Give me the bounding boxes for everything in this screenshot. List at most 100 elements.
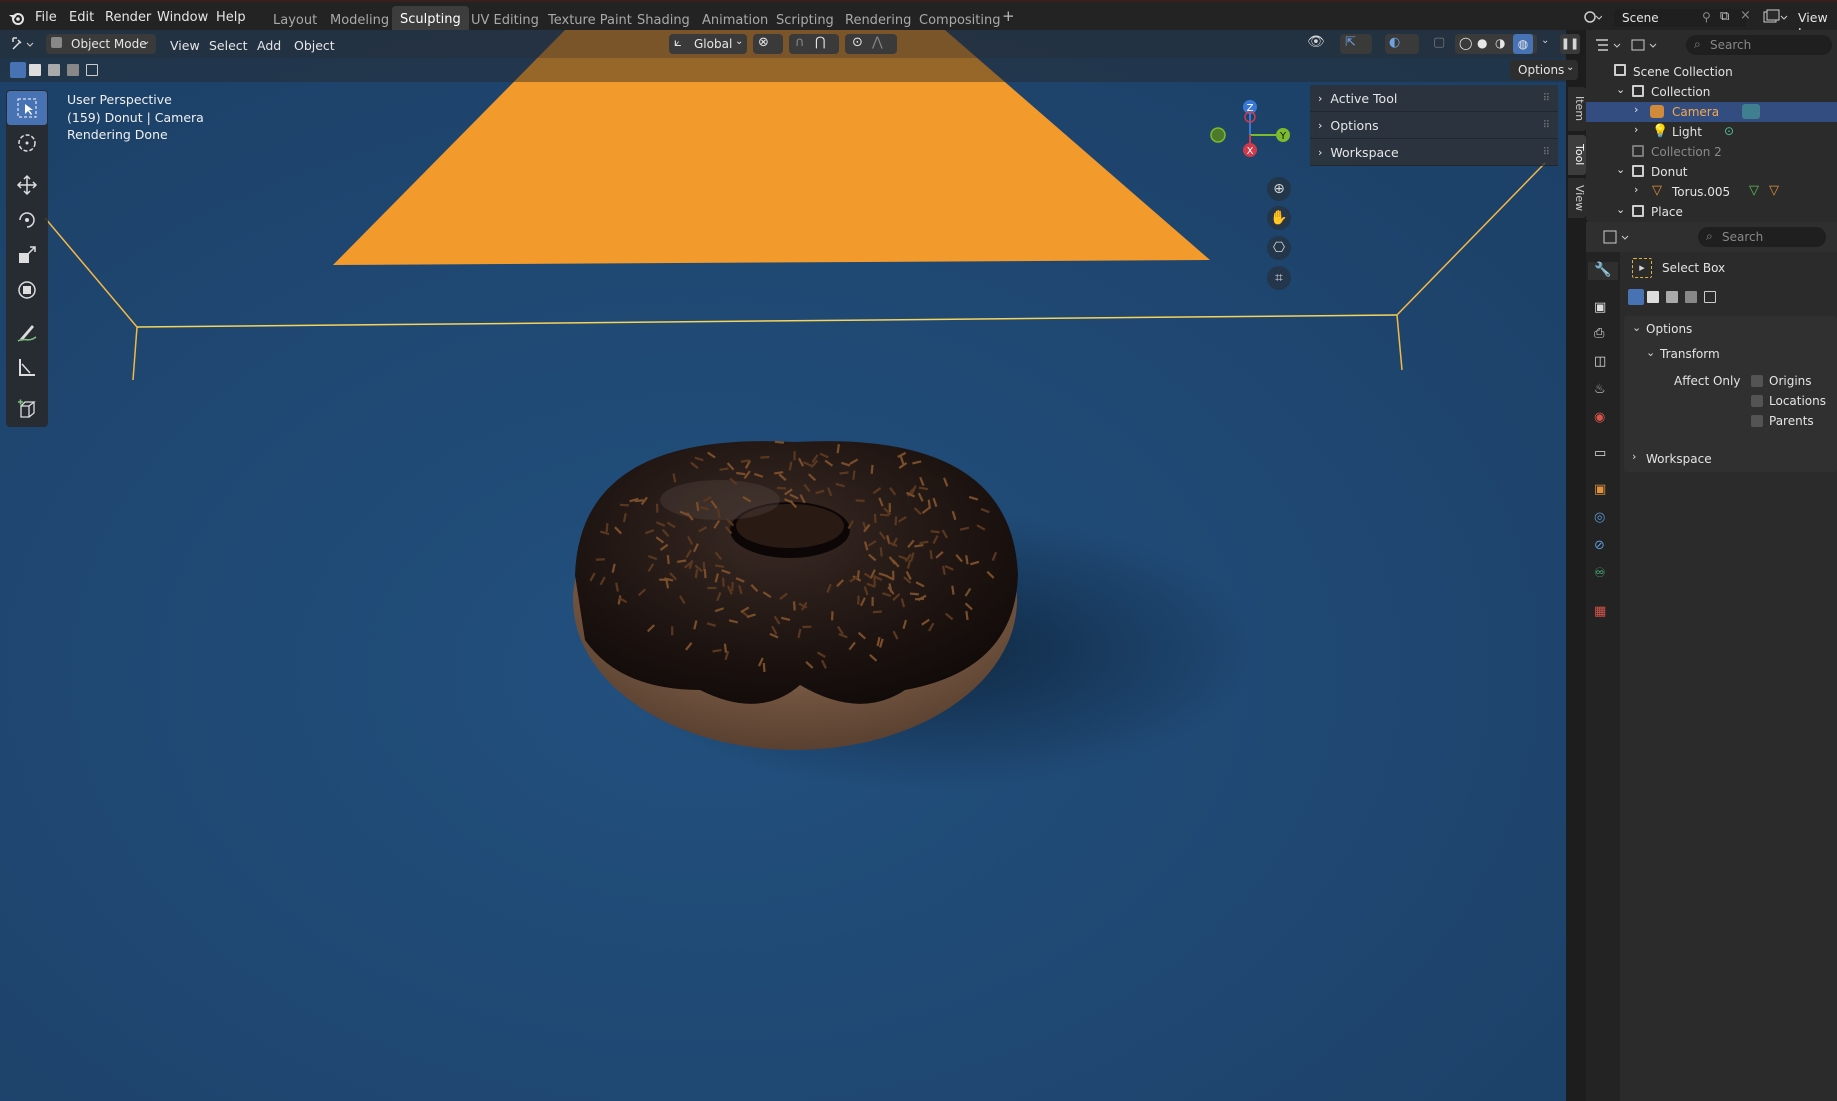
transform-tool[interactable] [7, 273, 47, 307]
modifier-icon[interactable]: ▽ [1749, 183, 1759, 198]
ortho-grid-icon[interactable]: ⌗ [1267, 266, 1291, 290]
tab-shading[interactable]: Shading [629, 10, 698, 31]
pan-hand-icon[interactable]: ✋ [1267, 206, 1291, 230]
select-intersect-icon[interactable] [1704, 291, 1716, 303]
chevron-right-icon[interactable]: › [1634, 103, 1638, 116]
add-workspace-button[interactable]: + [1002, 7, 1015, 25]
menu-file[interactable]: File [35, 10, 57, 25]
transform-subpanel-title[interactable]: Transform [1660, 347, 1720, 361]
view-layer-tab-icon[interactable]: ◫ [1594, 354, 1612, 372]
sidetab-tool[interactable]: Tool [1568, 135, 1586, 175]
shading-mode-buttons[interactable]: ◯ ● ◑ ◍ [1455, 34, 1537, 54]
properties-editor-type-icon[interactable] [1602, 228, 1632, 246]
pin-icon[interactable]: ⚲ [1702, 10, 1711, 24]
menu-add[interactable]: Add [257, 38, 281, 53]
outliner-row-place[interactable]: ⌄ Place [1586, 202, 1837, 222]
light-data-icon[interactable]: ⊙ [1724, 124, 1734, 138]
proportional-editing-button[interactable]: ⊙ ⋀ [845, 34, 897, 54]
add-cube-tool[interactable] [7, 392, 47, 426]
menu-select[interactable]: Select [209, 38, 248, 53]
texture-tab-icon[interactable]: ▦ [1594, 604, 1612, 622]
wireframe-shading-icon[interactable]: ◯ [1459, 36, 1472, 50]
outliner-row-torus[interactable]: › ▽ Torus.005 ▽ ▽ [1586, 182, 1837, 202]
parents-checkbox[interactable] [1751, 415, 1763, 427]
drag-handle-icon[interactable]: ⠿ [1543, 120, 1550, 131]
gizmo-toggle[interactable]: ⇱ [1340, 34, 1372, 54]
properties-search-input[interactable]: ⌕ Search [1698, 227, 1826, 247]
options-dropdown[interactable]: Options ⌄ [1510, 60, 1578, 80]
selection-mode-buttons[interactable] [10, 62, 102, 78]
menu-window[interactable]: Window [157, 10, 208, 25]
props-selection-mode-buttons[interactable] [1628, 289, 1718, 305]
select-new-icon[interactable] [1628, 289, 1644, 305]
tab-rendering[interactable]: Rendering [837, 10, 919, 31]
select-box-tool[interactable] [7, 91, 47, 125]
shading-chevron-icon[interactable]: ⌄ [1541, 35, 1549, 46]
3d-viewport[interactable] [0, 30, 1566, 1101]
camera-view-icon[interactable]: ⎔ [1267, 236, 1291, 260]
panel-options[interactable]: › Options ⠿ [1310, 112, 1558, 139]
outliner-row-donut[interactable]: ⌄ Donut [1586, 162, 1837, 182]
select-subtract-icon[interactable] [1666, 291, 1678, 303]
object-mode-dropdown[interactable]: Object Mode ⌄ [46, 34, 156, 54]
view-layer-icon[interactable] [1762, 8, 1788, 26]
tab-animation[interactable]: Animation [694, 10, 776, 31]
cursor-tool[interactable] [7, 126, 47, 160]
tab-uv-editing[interactable]: UV Editing [463, 10, 547, 31]
outliner-row-scene-collection[interactable]: Scene Collection [1586, 62, 1837, 82]
select-intersect-icon[interactable] [86, 64, 98, 76]
render-tab-icon[interactable]: ▣ [1594, 300, 1612, 318]
select-subtract-icon[interactable] [48, 64, 60, 76]
sidetab-view[interactable]: View [1568, 178, 1586, 218]
menu-render[interactable]: Render [105, 10, 151, 25]
camera-data-icon[interactable] [1742, 104, 1760, 119]
solid-shading-icon[interactable]: ● [1477, 36, 1487, 50]
zoom-icon[interactable]: ⊕ [1267, 177, 1291, 201]
scene-selector-icon[interactable] [1583, 8, 1603, 26]
chevron-down-icon[interactable]: ⌄ [1646, 346, 1655, 359]
chevron-down-icon[interactable]: ⌄ [1616, 203, 1625, 216]
xray-icon[interactable]: ▢ [1433, 35, 1445, 50]
annotate-tool[interactable] [7, 315, 47, 349]
outliner-row-camera[interactable]: › Camera [1586, 102, 1837, 122]
outliner-editor-type-icon[interactable] [1594, 36, 1624, 54]
chevron-right-icon[interactable]: › [1634, 183, 1638, 196]
material-shading-icon[interactable]: ◑ [1495, 36, 1505, 50]
chevron-down-icon[interactable]: ⌄ [1616, 83, 1625, 96]
collection-tab-icon[interactable]: ▭ [1594, 446, 1612, 464]
pivot-point-button[interactable]: ⊗ [753, 34, 783, 54]
select-new-icon[interactable] [10, 62, 26, 78]
select-invert-icon[interactable] [1685, 291, 1697, 303]
chevron-down-icon[interactable]: ⌄ [1616, 163, 1625, 176]
object-tab-icon[interactable]: ▣ [1594, 482, 1612, 500]
select-invert-icon[interactable] [67, 64, 79, 76]
tab-sculpting[interactable]: Sculpting [392, 6, 469, 31]
locations-checkbox[interactable] [1751, 395, 1763, 407]
select-extend-icon[interactable] [1647, 291, 1659, 303]
mesh-data-icon[interactable]: ▽ [1769, 183, 1779, 198]
chevron-right-icon[interactable]: › [1634, 123, 1638, 136]
options-panel-title[interactable]: Options [1646, 322, 1692, 336]
tab-modeling[interactable]: Modeling [322, 10, 397, 31]
drag-handle-icon[interactable]: ⠿ [1543, 93, 1550, 104]
snapping-button[interactable]: ∩ ⋂ [789, 34, 839, 54]
world-tab-icon[interactable]: ◉ [1594, 410, 1612, 428]
output-tab-icon[interactable]: ⎙ [1594, 326, 1612, 344]
constraints-tab-icon[interactable]: ⊘ [1594, 538, 1612, 556]
overlays-toggle[interactable]: ◐ [1385, 34, 1419, 54]
rotate-tool[interactable] [7, 203, 47, 237]
blender-logo-icon[interactable] [8, 10, 26, 26]
drag-handle-icon[interactable]: ⠿ [1543, 147, 1550, 158]
menu-view[interactable]: View [170, 38, 200, 53]
navigation-gizmo[interactable]: Z Y X [1205, 95, 1305, 175]
outliner-row-collection-2[interactable]: Collection 2 [1586, 142, 1837, 162]
sidetab-item[interactable]: Item [1568, 87, 1586, 131]
new-scene-icon[interactable]: ⧉ [1720, 9, 1729, 24]
scene-name-field[interactable]: Scene ⚲ ⧉ [1614, 9, 1746, 27]
panel-active-tool[interactable]: › Active Tool ⠿ [1310, 85, 1558, 112]
pause-render-icon[interactable]: ❚❚ [1560, 34, 1580, 54]
display-mode-icon[interactable] [1630, 36, 1660, 54]
editor-type-icon[interactable] [10, 35, 38, 53]
move-tool[interactable] [7, 168, 47, 202]
rendered-shading-icon[interactable]: ◍ [1513, 34, 1533, 54]
